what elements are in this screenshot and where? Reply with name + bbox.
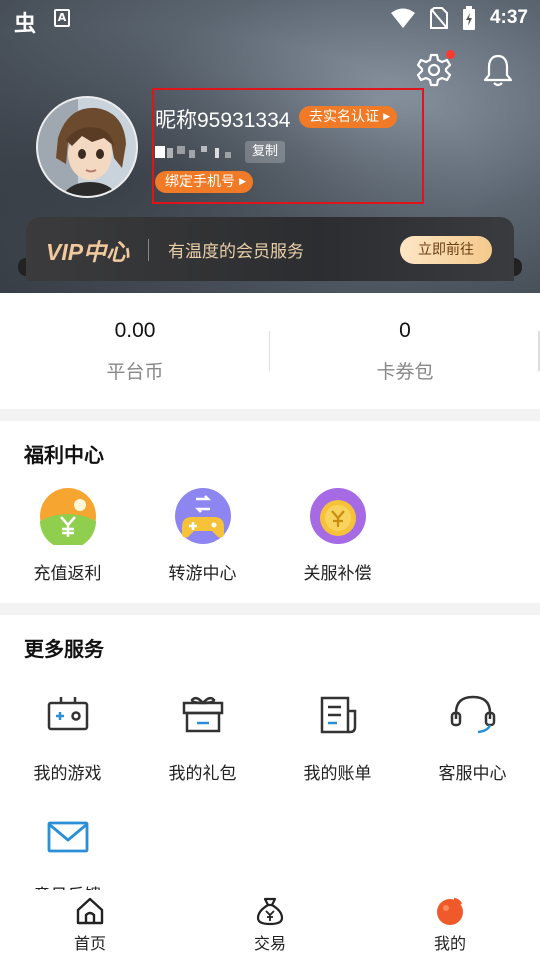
bottom-navigation: 首页 交易 我的 bbox=[0, 890, 540, 960]
notifications-button[interactable] bbox=[480, 52, 516, 88]
app-logo-icon: 虫 bbox=[14, 12, 37, 37]
battery-icon bbox=[462, 6, 475, 30]
service-item-my-games[interactable]: 我的游戏 bbox=[0, 687, 135, 784]
status-bar: 虫 A 4:37 bbox=[0, 0, 540, 37]
welfare-center-section: 福利中心 充值返利 转游中心 关服补偿 bbox=[0, 421, 540, 603]
vip-title: VIP中心 bbox=[46, 239, 130, 265]
nav-item-label: 首页 bbox=[73, 934, 106, 953]
nav-item-home[interactable]: 首页 bbox=[0, 896, 180, 954]
more-services-section: 更多服务 我的游戏 我的礼包 我的账单 客服中心 bbox=[0, 615, 540, 890]
recharge-rebate-icon bbox=[39, 488, 96, 549]
nav-item-label: 交易 bbox=[253, 934, 286, 953]
copy-id-button[interactable]: 复制 bbox=[245, 141, 286, 163]
vip-center-card[interactable]: VIP中心 有温度的会员服务 立即前往 bbox=[26, 217, 514, 281]
nav-item-trade[interactable]: 交易 bbox=[180, 896, 360, 954]
verify-identity-button[interactable]: 去实名认证 bbox=[299, 106, 397, 128]
avatar-image bbox=[38, 98, 136, 196]
welfare-item-label: 关服补偿 bbox=[303, 564, 372, 584]
gift-icon bbox=[182, 696, 223, 733]
welfare-item-label: 转游中心 bbox=[168, 564, 237, 584]
headset-icon bbox=[450, 695, 495, 734]
section-title: 福利中心 bbox=[24, 443, 104, 467]
home-icon bbox=[76, 897, 104, 925]
service-item-label: 我的游戏 bbox=[33, 764, 102, 784]
avatar[interactable] bbox=[36, 96, 138, 198]
wifi-icon bbox=[390, 8, 415, 28]
coupon-wallet-label: 卡券包 bbox=[376, 361, 434, 383]
profile-icon bbox=[437, 897, 463, 925]
service-item-feedback[interactable]: 意见反馈 bbox=[0, 809, 135, 890]
clock: 4:37 bbox=[489, 7, 528, 28]
service-item-label: 意见反馈 bbox=[0, 881, 135, 890]
settings-button[interactable] bbox=[416, 50, 455, 88]
service-item-label: 客服中心 bbox=[438, 764, 507, 784]
vip-description: 有温度的会员服务 bbox=[168, 242, 304, 262]
service-item-label: 我的账单 bbox=[303, 764, 372, 784]
welfare-item-label: 充值返利 bbox=[33, 564, 102, 584]
service-item-label: 我的礼包 bbox=[168, 764, 237, 784]
mail-icon bbox=[47, 821, 88, 853]
service-item-my-gifts[interactable]: 我的礼包 bbox=[135, 687, 270, 784]
server-compensation-icon bbox=[309, 488, 366, 544]
platform-coin-value: 0.00 bbox=[114, 319, 156, 342]
no-sim-icon bbox=[429, 7, 448, 29]
divider bbox=[148, 239, 149, 261]
notification-icon: A bbox=[54, 9, 70, 27]
nav-item-mine[interactable]: 我的 bbox=[360, 896, 540, 954]
service-item-my-bills[interactable]: 我的账单 bbox=[270, 687, 405, 784]
platform-coin-label: 平台币 bbox=[106, 361, 164, 383]
welfare-item-recharge-rebate[interactable]: 充值返利 bbox=[0, 487, 135, 584]
game-transfer-icon bbox=[174, 488, 231, 544]
bill-icon bbox=[320, 696, 356, 734]
welfare-item-server-compensation[interactable]: 关服补偿 bbox=[270, 487, 405, 584]
wallet-panel: 0.00 平台币 0 卡券包 bbox=[0, 293, 540, 409]
bind-phone-button[interactable]: 绑定手机号 bbox=[155, 171, 253, 193]
vip-go-button[interactable]: 立即前往 bbox=[400, 236, 492, 264]
coupon-wallet-value: 0 bbox=[399, 319, 411, 342]
bell-icon bbox=[483, 54, 513, 87]
notification-dot bbox=[446, 50, 455, 59]
welfare-item-game-transfer[interactable]: 转游中心 bbox=[135, 487, 270, 584]
user-id-redacted bbox=[155, 146, 231, 158]
profile-header: 虫 A 4:37 昵称95931334 去实名认证 ▶ 复制 绑定手机号 ▶ V… bbox=[0, 0, 540, 293]
platform-coin[interactable]: 0.00 平台币 bbox=[0, 319, 270, 384]
section-title: 更多服务 bbox=[24, 637, 104, 661]
service-item-customer-service[interactable]: 客服中心 bbox=[405, 687, 540, 784]
gamepad-icon bbox=[47, 697, 88, 731]
nickname: 昵称95931334 bbox=[155, 109, 291, 132]
money-bag-icon bbox=[256, 897, 284, 926]
coupon-wallet[interactable]: 0 卡券包 bbox=[270, 319, 540, 384]
nav-item-label: 我的 bbox=[433, 934, 466, 953]
